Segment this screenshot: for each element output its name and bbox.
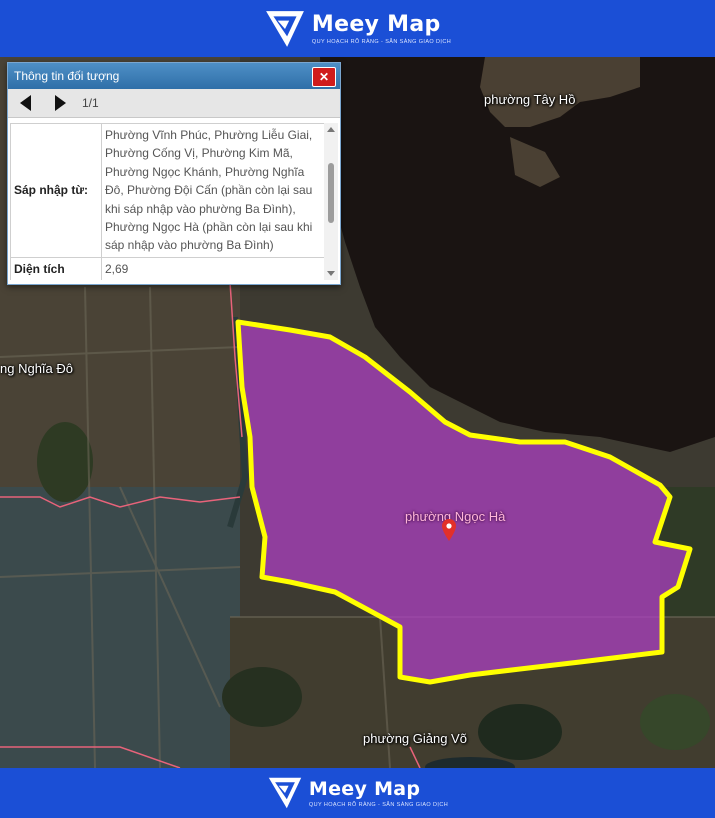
popup-pagination: 1/1 <box>8 89 340 118</box>
attr-key-merged-from: Sáp nhập từ: <box>10 123 102 258</box>
label-giang-vo: phường Giảng Võ <box>363 731 467 746</box>
top-brand-bar: Meey Map QUY HOẠCH RÕ RÀNG - SẴN SÀNG GI… <box>0 0 715 57</box>
brand-name-bottom: Meey Map <box>308 777 421 800</box>
attribute-table: Sáp nhập từ: Phường Vĩnh Phúc, Phường Li… <box>10 123 326 280</box>
bottom-brand-bar: Meey Map QUY HOẠCH RÕ RÀNG - SẴN SÀNG GI… <box>0 768 715 818</box>
scroll-up-arrow-icon[interactable] <box>327 127 335 132</box>
brand-tagline-bottom: QUY HOẠCH RÕ RÀNG - SẴN SÀNG GIAO DỊCH <box>308 801 449 808</box>
attr-key-area: Diện tích <box>10 256 102 280</box>
table-row: Diện tích 2,69 <box>10 256 326 280</box>
prev-page-button[interactable] <box>18 95 34 111</box>
brand-logo-group-bottom: Meey Map QUY HOẠCH RÕ RÀNG - SẴN SÀNG GI… <box>267 775 448 811</box>
label-nghia-do: ng Nghĩa Đô <box>0 361 73 376</box>
scroll-thumb[interactable] <box>328 163 334 223</box>
meey-logo-icon <box>268 777 302 809</box>
attr-value-area: 2,69 <box>101 256 326 280</box>
popup-content[interactable]: Sáp nhập từ: Phường Vĩnh Phúc, Phường Li… <box>10 123 326 280</box>
arrow-right-icon <box>55 95 66 111</box>
page-indicator: 1/1 <box>82 96 99 110</box>
scroll-down-arrow-icon[interactable] <box>327 271 335 276</box>
popup-scrollbar[interactable] <box>324 123 338 280</box>
popup-title: Thông tin đối tượng <box>14 69 120 83</box>
brand-logo-group: Meey Map QUY HOẠCH RÕ RÀNG - SẴN SÀNG GI… <box>264 8 451 50</box>
next-page-button[interactable] <box>52 95 68 111</box>
arrow-left-icon <box>20 95 31 111</box>
close-button[interactable]: ✕ <box>312 67 336 87</box>
label-tay-ho: phường Tây Hồ <box>484 92 576 107</box>
popup-header[interactable]: Thông tin đối tượng ✕ <box>8 63 340 89</box>
table-row: Sáp nhập từ: Phường Vĩnh Phúc, Phường Li… <box>10 123 326 258</box>
brand-tagline: QUY HOẠCH RÕ RÀNG - SẴN SÀNG GIAO DỊCH <box>311 38 452 45</box>
meey-logo-icon <box>266 10 304 47</box>
location-pin-icon[interactable] <box>442 519 456 541</box>
brand-name: Meey Map <box>311 11 441 37</box>
object-info-popup[interactable]: Thông tin đối tượng ✕ 1/1 Sáp nhập từ: P… <box>7 62 341 285</box>
attr-value-merged-from: Phường Vĩnh Phúc, Phường Liễu Giai, Phườ… <box>101 123 326 258</box>
